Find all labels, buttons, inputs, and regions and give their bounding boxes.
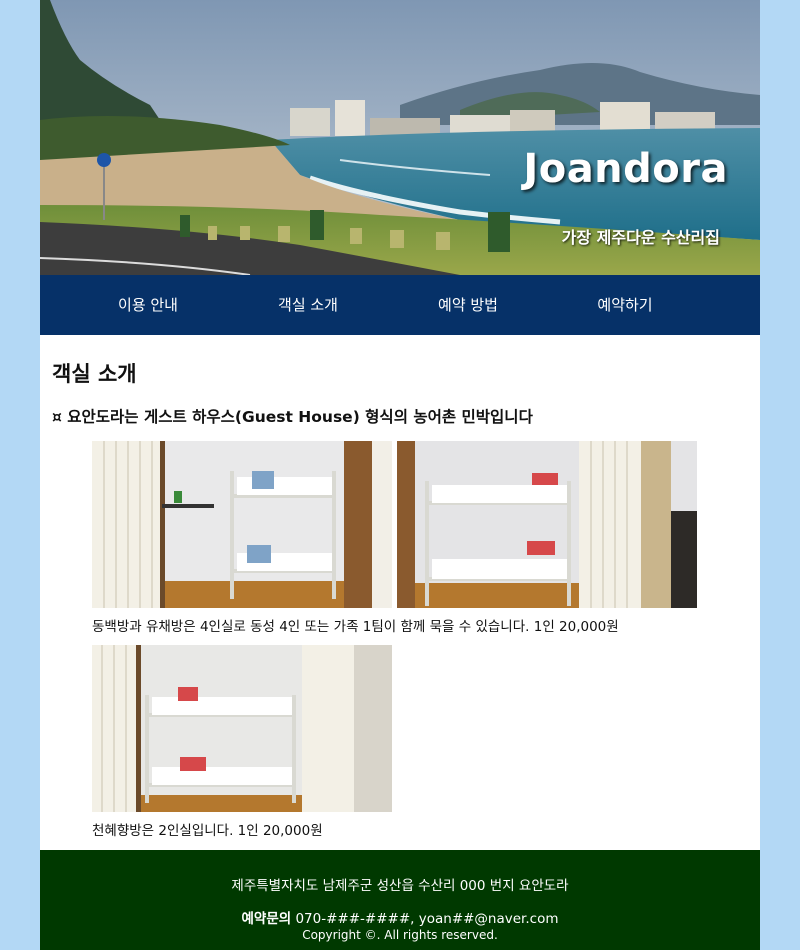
room-photo-dongbaek	[92, 441, 392, 608]
footer-contact-value: 070-###-####, yoan##@naver.com	[291, 911, 559, 927]
page-title: 객실 소개	[52, 362, 137, 386]
footer-address: 제주특별자치도 남제주군 성산읍 수산리 000 번지 요안도라	[231, 878, 569, 894]
page-subtitle: ¤ 요안도라는 게스트 하우스(Guest House) 형식의 농어촌 민박입…	[52, 408, 533, 426]
nav-item-booking-method[interactable]: 예약 방법	[388, 275, 548, 335]
room-photo-yuchae	[397, 441, 697, 608]
header-banner: Joandora 가장 제주다운 수산리집	[40, 0, 760, 275]
footer-contact: 예약문의 070-###-####, yoan##@naver.com	[40, 907, 760, 927]
main-nav: 이용 안내 객실 소개 예약 방법 예약하기	[40, 275, 760, 335]
brand-tagline: 가장 제주다운 수산리집	[561, 228, 720, 247]
footer-contact-label: 예약문의	[241, 911, 292, 927]
footer-copyright: Copyright ©. All rights reserved.	[302, 928, 498, 942]
nav-item-room-intro[interactable]: 객실 소개	[228, 275, 388, 335]
footer: 제주특별자치도 남제주군 성산읍 수산리 000 번지 요안도라 예약문의 07…	[40, 850, 760, 950]
brand-title: Joandora	[523, 146, 728, 192]
room-photo-cheonhyehyang	[92, 645, 392, 812]
nav-item-usage-guide[interactable]: 이용 안내	[68, 275, 228, 335]
nav-item-reserve[interactable]: 예약하기	[545, 275, 705, 335]
caption-dongbaek-yuchae: 동백방과 유채방은 4인실로 동성 4인 또는 가족 1팀이 함께 묵을 수 있…	[92, 619, 619, 635]
caption-cheonhyehyang: 천혜향방은 2인실입니다. 1인 20,000원	[92, 823, 323, 839]
page: Joandora 가장 제주다운 수산리집 이용 안내 객실 소개 예약 방법 …	[40, 0, 760, 950]
